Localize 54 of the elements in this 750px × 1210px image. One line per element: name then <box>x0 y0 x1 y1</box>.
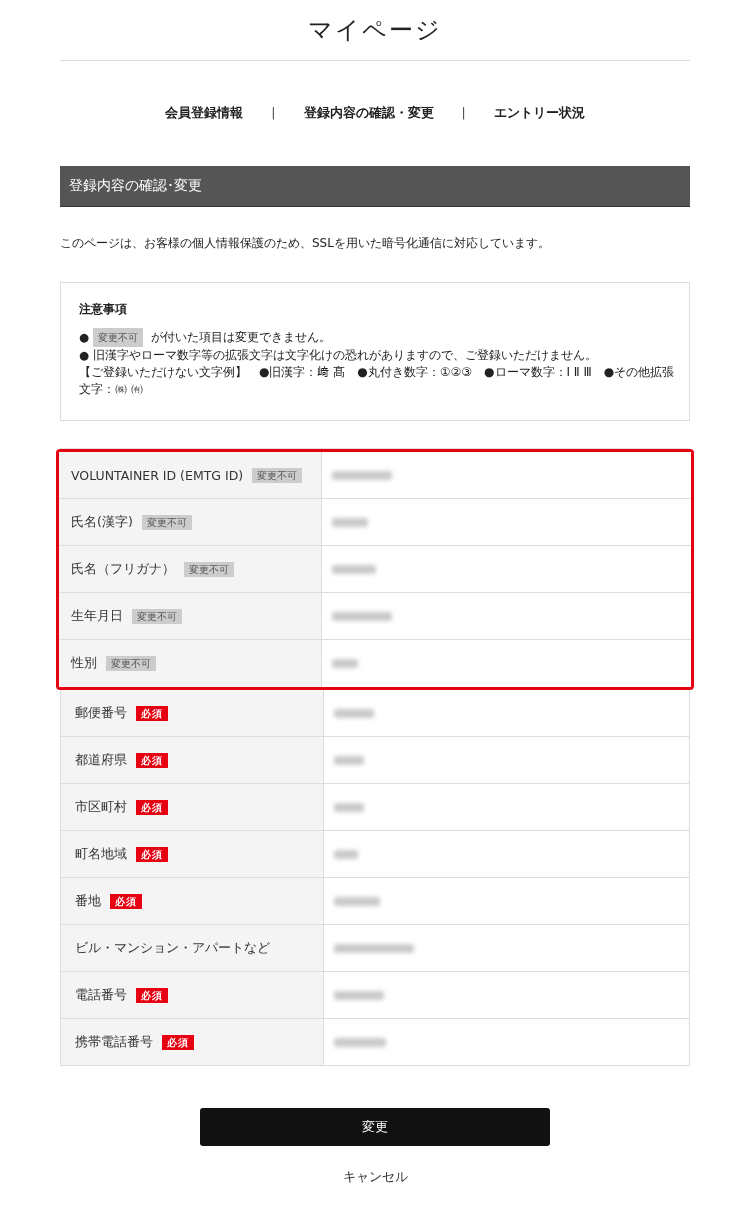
locked-badge: 変更不可 <box>252 467 303 483</box>
example-characters-text: 【ご登録いただけない文字例】 ●旧漢字：﨑 髙 ●丸付き数字：①②③ ●ローマ数字：Ⅰ Ⅱ Ⅲ ●その他拡張文字：㈱ ㈲ <box>79 365 675 396</box>
blurred-value <box>334 755 364 765</box>
locked-badge: 変更不可 <box>141 514 192 530</box>
notice-text: 旧漢字やローマ数字等の拡張文字は文字化けの恐れがありますので、ご登録いただけません。 <box>93 347 598 364</box>
cancel-link[interactable]: キャンセル <box>342 1168 408 1186</box>
required-badge: 必須 <box>136 705 168 721</box>
blurred-value <box>334 990 384 1000</box>
nav-link[interactable]: 会員登録情報 <box>165 105 244 122</box>
field-label: 町名地域 <box>75 845 127 863</box>
field-label: VOLUNTAINER ID (EMTG ID) <box>71 467 244 483</box>
submit-button[interactable]: 変更 <box>200 1108 550 1146</box>
blurred-value <box>334 849 358 859</box>
field-label: 携帯電話番号 <box>75 1033 153 1051</box>
blurred-value <box>334 896 380 906</box>
blurred-value <box>334 802 364 812</box>
field-label: 市区町村 <box>75 798 127 816</box>
required-badge: 必須 <box>136 987 168 1003</box>
section-header: 登録内容の確認･変更 <box>60 166 690 207</box>
field-label: 性別 <box>71 655 97 672</box>
nav-link[interactable]: 登録内容の確認・変更 <box>303 105 434 122</box>
page-title: マイページ <box>60 14 690 61</box>
field-label: 氏名(漢字) <box>71 513 133 531</box>
blurred-value <box>334 708 374 718</box>
nav-link[interactable]: エントリー状況 <box>493 105 585 122</box>
bullet: ● <box>79 329 90 346</box>
required-badge: 必須 <box>136 752 168 768</box>
field-label: 郵便番号 <box>75 704 127 722</box>
required-badge: 必須 <box>162 1034 194 1050</box>
nav-separator: | <box>461 105 466 122</box>
required-badge: 必須 <box>136 799 168 815</box>
field-label: 生年月日 <box>71 607 123 625</box>
notice-text: が付いた項目は変更できません。 <box>151 329 332 346</box>
required-badge: 必須 <box>110 893 142 909</box>
blurred-value <box>332 564 376 574</box>
intro-text: このページは、お客様の個人情報保護のため、SSLを用いた暗号化通信に対応しています。 <box>60 235 551 252</box>
locked-badge: 変更不可 <box>106 656 156 671</box>
notice-title: 注意事項 <box>79 301 128 318</box>
locked-badge: 変更不可 <box>93 328 144 347</box>
nav-separator: | <box>271 105 276 122</box>
field-label: 氏名（フリガナ） <box>71 560 175 578</box>
locked-badge: 変更不可 <box>184 561 234 577</box>
field-label: 電話番号 <box>75 986 127 1004</box>
blurred-value <box>334 1037 386 1047</box>
blurred-value <box>332 611 392 621</box>
blurred-value <box>332 517 368 527</box>
required-badge: 必須 <box>136 846 168 862</box>
locked-badge: 変更不可 <box>132 608 182 624</box>
blurred-value <box>332 470 392 480</box>
blurred-value <box>332 659 358 668</box>
field-label: ビル・マンション・アパートなど <box>75 939 270 957</box>
field-label: 都道府県 <box>75 751 127 769</box>
field-label: 番地 <box>75 892 101 910</box>
bullet: ● <box>79 347 90 364</box>
